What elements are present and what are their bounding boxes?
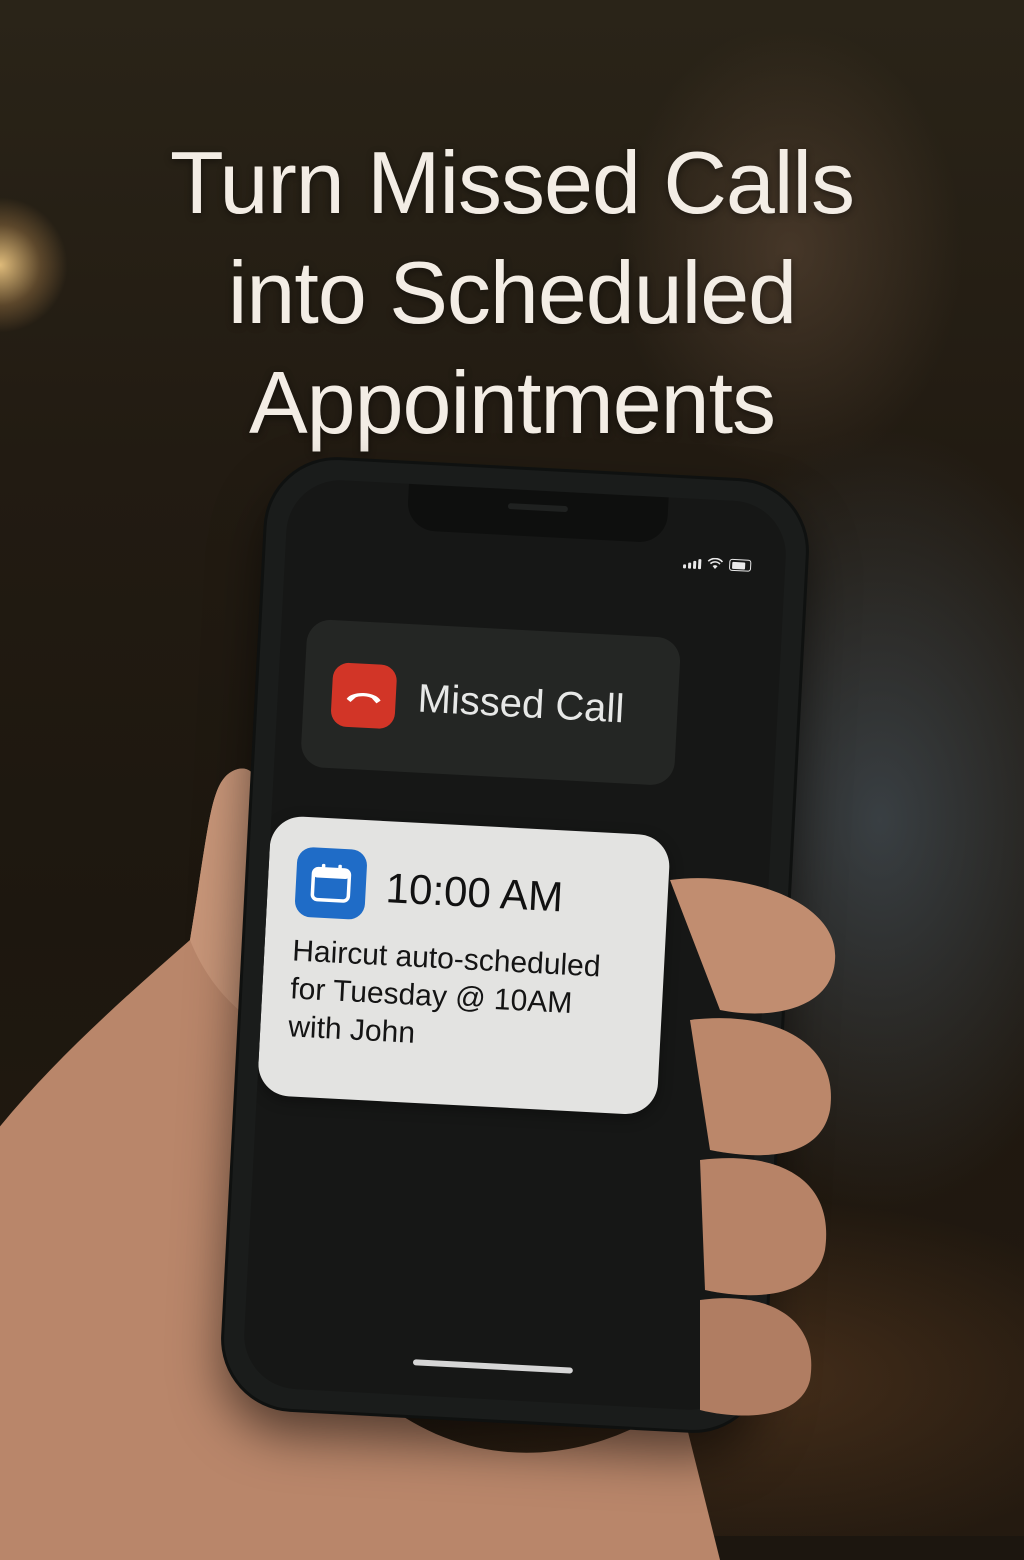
appointment-notification[interactable]: 10:00 AM Haircut auto-scheduled for Tues… — [256, 815, 671, 1116]
fingers — [670, 878, 836, 1416]
wifi-icon — [707, 557, 724, 569]
calendar-icon — [294, 846, 368, 921]
phone-hangup-icon — [330, 662, 398, 730]
missed-call-label: Missed Call — [416, 676, 626, 732]
headline: Turn Missed Calls into Scheduled Appoint… — [80, 128, 944, 458]
appointment-message: Haircut auto-scheduled for Tuesday @ 10A… — [287, 932, 642, 1064]
appointment-time: 10:00 AM — [384, 864, 565, 921]
status-bar — [682, 556, 752, 572]
cellular-signal-icon — [682, 558, 702, 570]
headline-line-2: into Scheduled — [227, 243, 797, 342]
headline-line-1: Turn Missed Calls — [170, 133, 855, 232]
missed-call-notification[interactable]: Missed Call — [300, 618, 682, 787]
headline-line-3: Appointments — [248, 353, 776, 452]
home-indicator[interactable] — [412, 1359, 573, 1374]
battery-icon — [728, 558, 752, 572]
